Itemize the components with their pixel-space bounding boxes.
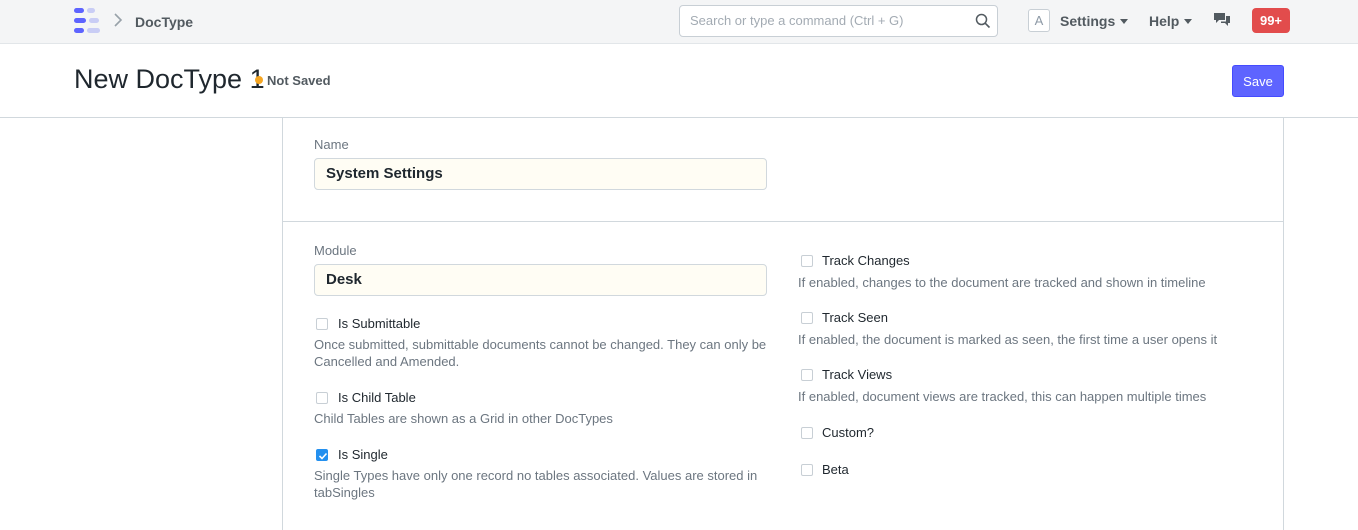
module-label: Module	[314, 243, 357, 258]
is-child-table-label[interactable]: Is Child Table	[338, 390, 416, 405]
name-field[interactable]: System Settings	[314, 158, 767, 190]
chat-icon[interactable]	[1213, 12, 1231, 28]
avatar[interactable]: A	[1028, 9, 1050, 32]
notifications-badge[interactable]: 99+	[1252, 8, 1290, 33]
app-logo-icon[interactable]	[74, 7, 102, 35]
is-single-checkbox[interactable]	[316, 449, 328, 461]
search-icon[interactable]	[975, 13, 991, 29]
track-seen-label[interactable]: Track Seen	[822, 310, 888, 325]
module-field[interactable]: Desk	[314, 264, 767, 296]
name-label: Name	[314, 137, 349, 152]
status-dot-icon	[255, 76, 263, 84]
track-views-checkbox[interactable]	[801, 369, 813, 381]
settings-label: Settings	[1060, 13, 1116, 29]
page-head: New DocType 1 Not Saved Save	[0, 44, 1358, 118]
track-changes-label[interactable]: Track Changes	[822, 253, 910, 268]
settings-dropdown[interactable]: Settings	[1060, 13, 1129, 29]
caret-down-icon	[1120, 19, 1129, 24]
breadcrumb-doctype[interactable]: DocType	[135, 14, 193, 30]
track-seen-description: If enabled, the document is marked as se…	[798, 332, 1218, 347]
check-icon	[318, 452, 328, 460]
status-label: Not Saved	[267, 73, 331, 88]
chevron-right-icon	[113, 11, 123, 34]
is-submittable-checkbox[interactable]	[316, 318, 328, 330]
custom-checkbox[interactable]	[801, 427, 813, 439]
track-changes-checkbox[interactable]	[801, 255, 813, 267]
help-label: Help	[1149, 13, 1180, 29]
is-single-label[interactable]: Is Single	[338, 447, 388, 462]
is-submittable-description: Once submitted, submittable documents ca…	[314, 337, 767, 369]
beta-label[interactable]: Beta	[822, 462, 849, 477]
is-child-table-checkbox[interactable]	[316, 392, 328, 404]
track-changes-description: If enabled, changes to the document are …	[798, 275, 1206, 290]
caret-down-icon	[1184, 19, 1193, 24]
is-submittable-label[interactable]: Is Submittable	[338, 316, 420, 331]
search-bar[interactable]	[679, 5, 998, 37]
section-divider	[282, 221, 1284, 222]
is-child-table-description: Child Tables are shown as a Grid in othe…	[314, 411, 613, 426]
page-title: New DocType 1	[74, 64, 265, 94]
save-button[interactable]: Save	[1232, 65, 1284, 97]
status-indicator: Not Saved	[255, 73, 331, 88]
custom-label[interactable]: Custom?	[822, 425, 874, 440]
is-single-description: Single Types have only one record no tab…	[314, 468, 758, 500]
help-dropdown[interactable]: Help	[1149, 13, 1193, 29]
search-input[interactable]	[690, 13, 970, 28]
beta-checkbox[interactable]	[801, 464, 813, 476]
track-views-label[interactable]: Track Views	[822, 367, 892, 382]
track-views-description: If enabled, document views are tracked, …	[798, 389, 1207, 404]
track-seen-checkbox[interactable]	[801, 312, 813, 324]
navbar: DocType A Settings Help 99+	[0, 0, 1358, 44]
